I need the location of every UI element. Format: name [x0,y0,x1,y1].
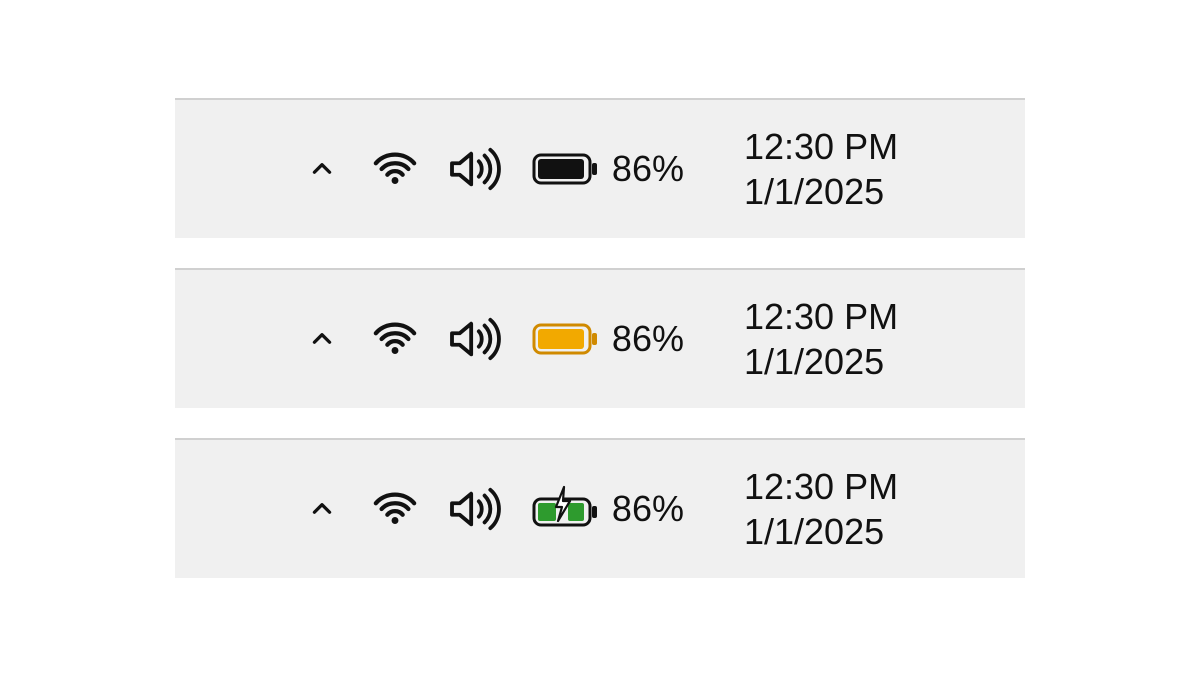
wifi-icon [372,486,418,532]
time-label: 12:30 PM [744,124,898,169]
clock-button[interactable]: 12:30 PM 1/1/2025 [744,294,898,384]
date-label: 1/1/2025 [744,339,884,384]
volume-icon [448,316,502,362]
battery-percent-label: 86% [612,148,684,190]
volume-button[interactable] [448,146,502,192]
battery-button[interactable]: 86% [532,148,684,190]
date-label: 1/1/2025 [744,169,884,214]
date-label: 1/1/2025 [744,509,884,554]
system-tray: 86% 12:30 PM 1/1/2025 [175,98,1025,238]
clock-button[interactable]: 12:30 PM 1/1/2025 [744,124,898,214]
time-label: 12:30 PM [744,294,898,339]
show-hidden-icons-button[interactable] [302,149,342,189]
battery-button[interactable]: 86% [532,488,684,530]
battery-charging-icon [532,491,598,527]
chevron-up-icon [309,326,335,352]
system-tray: 86% 12:30 PM 1/1/2025 [175,268,1025,408]
battery-icon [532,151,598,187]
battery-percent-label: 86% [612,318,684,360]
network-button[interactable] [372,486,418,532]
wifi-icon [372,146,418,192]
volume-button[interactable] [448,486,502,532]
battery-button[interactable]: 86% [532,318,684,360]
battery-percent-label: 86% [612,488,684,530]
chevron-up-icon [309,156,335,182]
volume-icon [448,146,502,192]
volume-icon [448,486,502,532]
battery-saver-icon [532,321,598,357]
volume-button[interactable] [448,316,502,362]
network-button[interactable] [372,146,418,192]
system-tray: 86% 12:30 PM 1/1/2025 [175,438,1025,578]
show-hidden-icons-button[interactable] [302,319,342,359]
wifi-icon [372,316,418,362]
time-label: 12:30 PM [744,464,898,509]
clock-button[interactable]: 12:30 PM 1/1/2025 [744,464,898,554]
show-hidden-icons-button[interactable] [302,489,342,529]
network-button[interactable] [372,316,418,362]
chevron-up-icon [309,496,335,522]
